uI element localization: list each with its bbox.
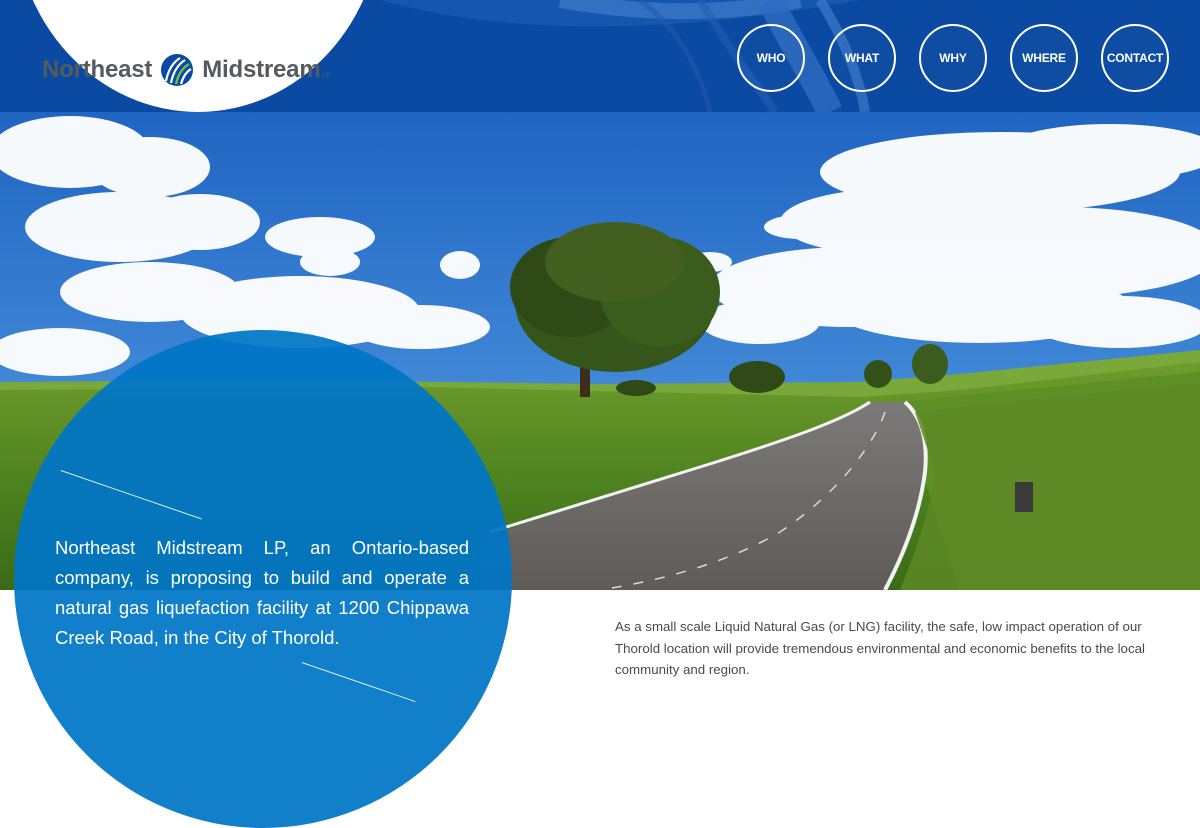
decorative-line-bottom: [301, 662, 416, 703]
nav-contact-button[interactable]: CONTACT: [1101, 24, 1169, 92]
intro-paragraph: As a small scale Liquid Natural Gas (or …: [615, 619, 1145, 677]
info-circle: Northeast Midstream LP, an Ontario-based…: [14, 330, 512, 828]
nav-who-button[interactable]: WHO: [737, 24, 805, 92]
logo-suffix: LP: [322, 71, 331, 79]
hero-description: Northeast Midstream LP, an Ontario-based…: [55, 537, 469, 648]
main-nav: WHO WHAT WHY WHERE CONTACT: [737, 24, 1169, 92]
site-logo[interactable]: Northeast Midstream LP: [42, 53, 331, 87]
site-header: Northeast Midstream LP WHO WHAT WHY WHER…: [0, 0, 1200, 112]
decorative-line-top: [60, 470, 202, 520]
logo-name-right: Midstream: [202, 56, 321, 83]
nav-what-button[interactable]: WHAT: [828, 24, 896, 92]
logo-name-left: Northeast: [42, 56, 153, 83]
nav-where-button[interactable]: WHERE: [1010, 24, 1078, 92]
striped-flame-logo-icon: [161, 54, 194, 86]
nav-why-button[interactable]: WHY: [919, 24, 987, 92]
